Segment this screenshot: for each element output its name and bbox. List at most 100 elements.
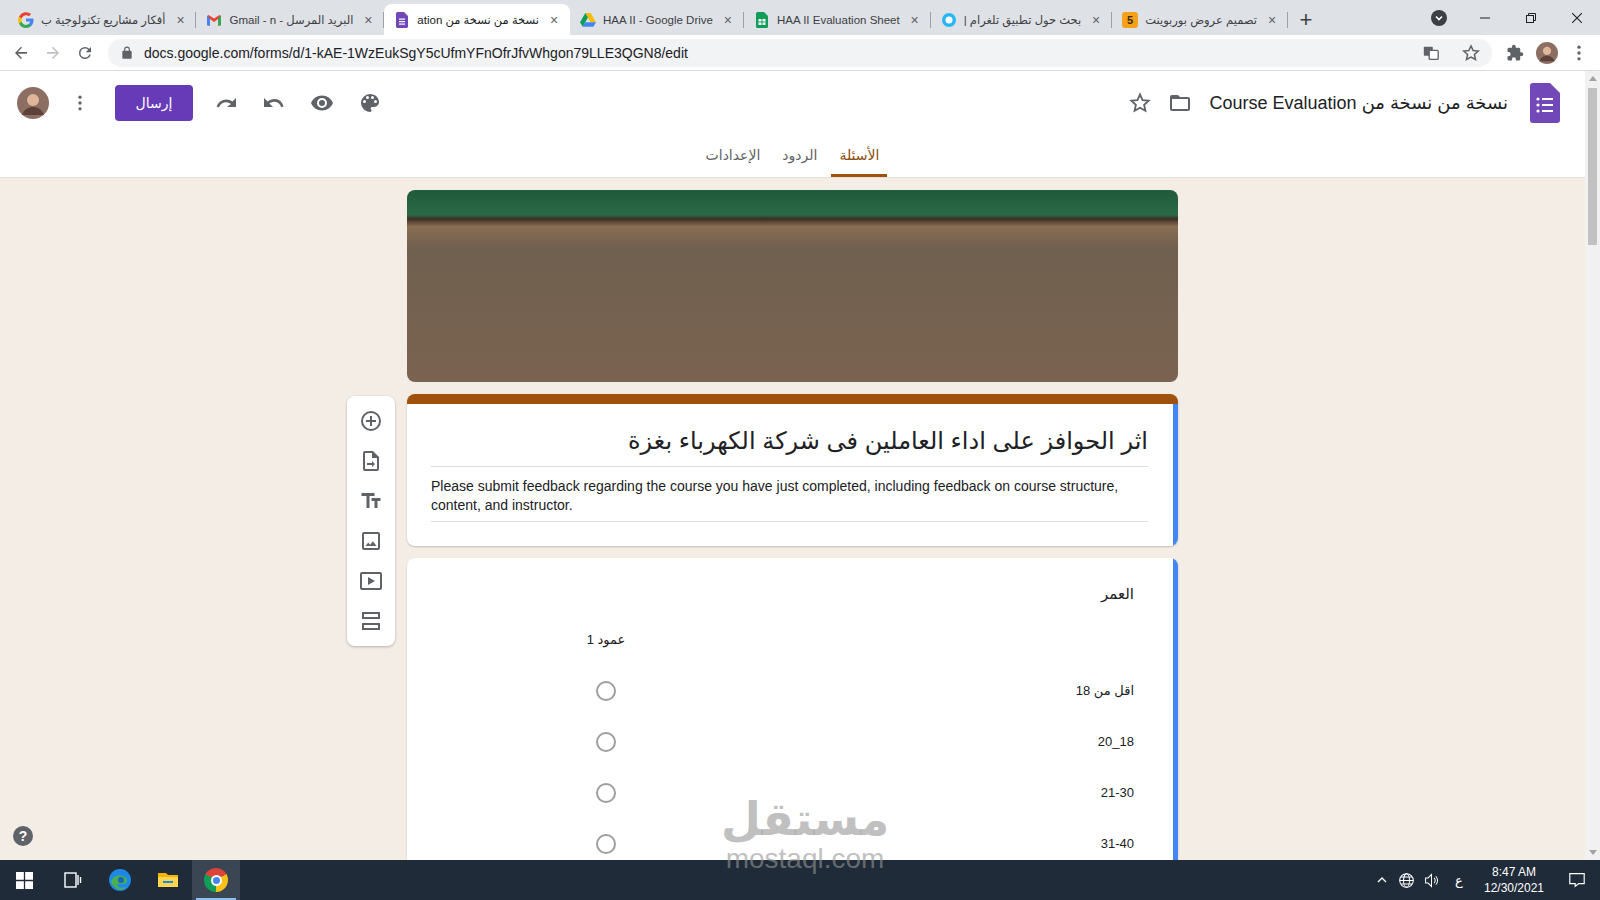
- icon-part: [207, 16, 210, 26]
- user-avatar-icon[interactable]: [17, 87, 49, 119]
- redo-button[interactable]: [202, 79, 250, 127]
- puzzle-icon: [1506, 44, 1524, 62]
- browser-tab[interactable]: بحث حول تطبيق تلغرام | ×: [931, 4, 1112, 35]
- browser-menu-button[interactable]: [1564, 38, 1594, 68]
- explorer-icon: [156, 868, 180, 892]
- restore-button[interactable]: [1508, 0, 1554, 35]
- tab-close-button[interactable]: ×: [172, 12, 188, 28]
- browser-tab[interactable]: HAA II Evaluation Sheet ×: [744, 4, 931, 35]
- browser-tab[interactable]: 5تصميم عروض بوربوينت×: [1112, 4, 1288, 35]
- form-tab[interactable]: الردود: [774, 135, 825, 177]
- tab-title[interactable]: HAA II - Google Drive: [603, 12, 713, 28]
- taskbar-button[interactable]: [96, 860, 144, 900]
- tab-search-button[interactable]: [1416, 0, 1462, 35]
- hidden-icons-button[interactable]: [1369, 860, 1394, 900]
- watermark-text: مستقل: [721, 794, 889, 844]
- extensions-button[interactable]: [1500, 38, 1530, 68]
- tab-title[interactable]: تصميم عروض بوربوينت: [1145, 12, 1257, 28]
- taskbar-button[interactable]: [144, 860, 192, 900]
- scroll-up-icon[interactable]: [1589, 76, 1597, 81]
- form-name[interactable]: نسخة من نسخة من Course Evaluation: [1210, 92, 1508, 114]
- volume-button[interactable]: [1419, 860, 1444, 900]
- back-button[interactable]: [6, 38, 36, 68]
- tab-close-button[interactable]: ×: [1264, 12, 1280, 28]
- forward-arrow-icon: [45, 45, 61, 61]
- profile-button[interactable]: [1532, 38, 1562, 68]
- taskbar-button[interactable]: [0, 860, 48, 900]
- forward-button[interactable]: [38, 38, 68, 68]
- icon-part: [1400, 873, 1414, 887]
- add-image-button[interactable]: [347, 521, 395, 561]
- header-image: [407, 190, 1178, 382]
- form-tab[interactable]: الأسئلة: [831, 135, 887, 177]
- undo-button[interactable]: [250, 79, 298, 127]
- send-button[interactable]: إرسال: [115, 85, 193, 121]
- add-title-button[interactable]: [347, 481, 395, 521]
- title-card[interactable]: اثر الحوافز على اداء العاملين فى شركة ال…: [407, 394, 1178, 546]
- bookmark-button[interactable]: [1456, 38, 1486, 68]
- tab-title[interactable]: HAA II Evaluation Sheet: [777, 12, 900, 28]
- preview-button[interactable]: [298, 79, 346, 127]
- close-button[interactable]: [1554, 0, 1600, 35]
- new-tab-button[interactable]: +: [1288, 4, 1324, 35]
- browser-tab[interactable]: البريد المرسل - Gmail - n ×: [196, 4, 384, 35]
- translate-button[interactable]: [1416, 38, 1446, 68]
- add-section-button[interactable]: [347, 601, 395, 641]
- form-title[interactable]: اثر الحوافز على اداء العاملين فى شركة ال…: [431, 424, 1148, 467]
- question-card[interactable]: العمرعمود 1اقل من 1820_1821-3031-40: [407, 558, 1178, 860]
- icon-part: [1506, 44, 1524, 62]
- browser-tab[interactable]: نسخة من نسخة من ation ×: [384, 4, 570, 35]
- form-description[interactable]: Please submit feedback regarding the cou…: [431, 477, 1148, 522]
- tab-title[interactable]: أفكار مشاريع تكنولوجية ب: [41, 12, 165, 28]
- move-button[interactable]: [1162, 79, 1198, 127]
- lock-icon: [120, 46, 134, 60]
- scroll-thumb[interactable]: [1588, 88, 1597, 245]
- input-language[interactable]: ع: [1444, 860, 1474, 900]
- form-tab-label[interactable]: الإعدادات: [706, 147, 761, 163]
- taskbar-button[interactable]: [48, 860, 96, 900]
- add-video-button[interactable]: [347, 561, 395, 601]
- notifications-button[interactable]: [1554, 860, 1600, 900]
- scrollbar[interactable]: [1585, 71, 1600, 860]
- tab-title[interactable]: البريد المرسل - Gmail - n: [229, 12, 353, 28]
- browser-tab[interactable]: أفكار مشاريع تكنولوجية ب ×: [8, 4, 196, 35]
- icon-part: [1577, 57, 1580, 60]
- tab-close-button[interactable]: ×: [907, 12, 923, 28]
- browser-tab[interactable]: HAA II - Google Drive ×: [570, 4, 744, 35]
- more-button[interactable]: [60, 79, 100, 127]
- tab-close-button[interactable]: ×: [360, 12, 376, 28]
- radio-button[interactable]: [596, 783, 616, 803]
- system-tray: ع8:47 AM12/30/2021: [1369, 860, 1600, 900]
- form-tab[interactable]: الإعدادات: [698, 135, 769, 177]
- icon-part: [1572, 13, 1582, 23]
- minimize-button[interactable]: [1462, 0, 1508, 35]
- send-label[interactable]: إرسال: [136, 95, 173, 111]
- url-text[interactable]: docs.google.com/forms/d/1-kAE-1WzEukSgY5…: [144, 45, 1406, 61]
- help-button[interactable]: ?: [13, 826, 33, 846]
- address-bar[interactable]: docs.google.com/forms/d/1-kAE-1WzEukSgY5…: [108, 39, 1492, 67]
- tab-close-button[interactable]: ×: [546, 12, 562, 28]
- star-button[interactable]: [1122, 79, 1158, 127]
- tab-title[interactable]: نسخة من نسخة من ation: [417, 12, 539, 28]
- tab-title[interactable]: بحث حول تطبيق تلغرام |: [964, 12, 1081, 28]
- form-tab-label[interactable]: الردود: [782, 147, 817, 163]
- tab-close-button[interactable]: ×: [720, 12, 736, 28]
- reload-button[interactable]: [70, 38, 100, 68]
- radio-button[interactable]: [596, 681, 616, 701]
- icon-part: [1378, 878, 1386, 882]
- radio-button[interactable]: [596, 732, 616, 752]
- radio-button[interactable]: [596, 834, 616, 854]
- folder-icon: [1168, 91, 1192, 115]
- network-button[interactable]: [1394, 860, 1419, 900]
- theme-button[interactable]: [346, 79, 394, 127]
- question-title[interactable]: العمر: [431, 584, 1134, 604]
- add-question-button[interactable]: [347, 401, 395, 441]
- icon-part: [27, 94, 39, 106]
- taskbar-button[interactable]: [192, 860, 240, 900]
- tab-close-button[interactable]: ×: [1088, 12, 1104, 28]
- form-tab-label[interactable]: الأسئلة: [839, 147, 879, 163]
- import-questions-button[interactable]: [347, 441, 395, 481]
- scroll-down-icon[interactable]: [1589, 850, 1597, 855]
- clock[interactable]: 8:47 AM12/30/2021: [1474, 860, 1554, 900]
- icon-part: [359, 529, 383, 553]
